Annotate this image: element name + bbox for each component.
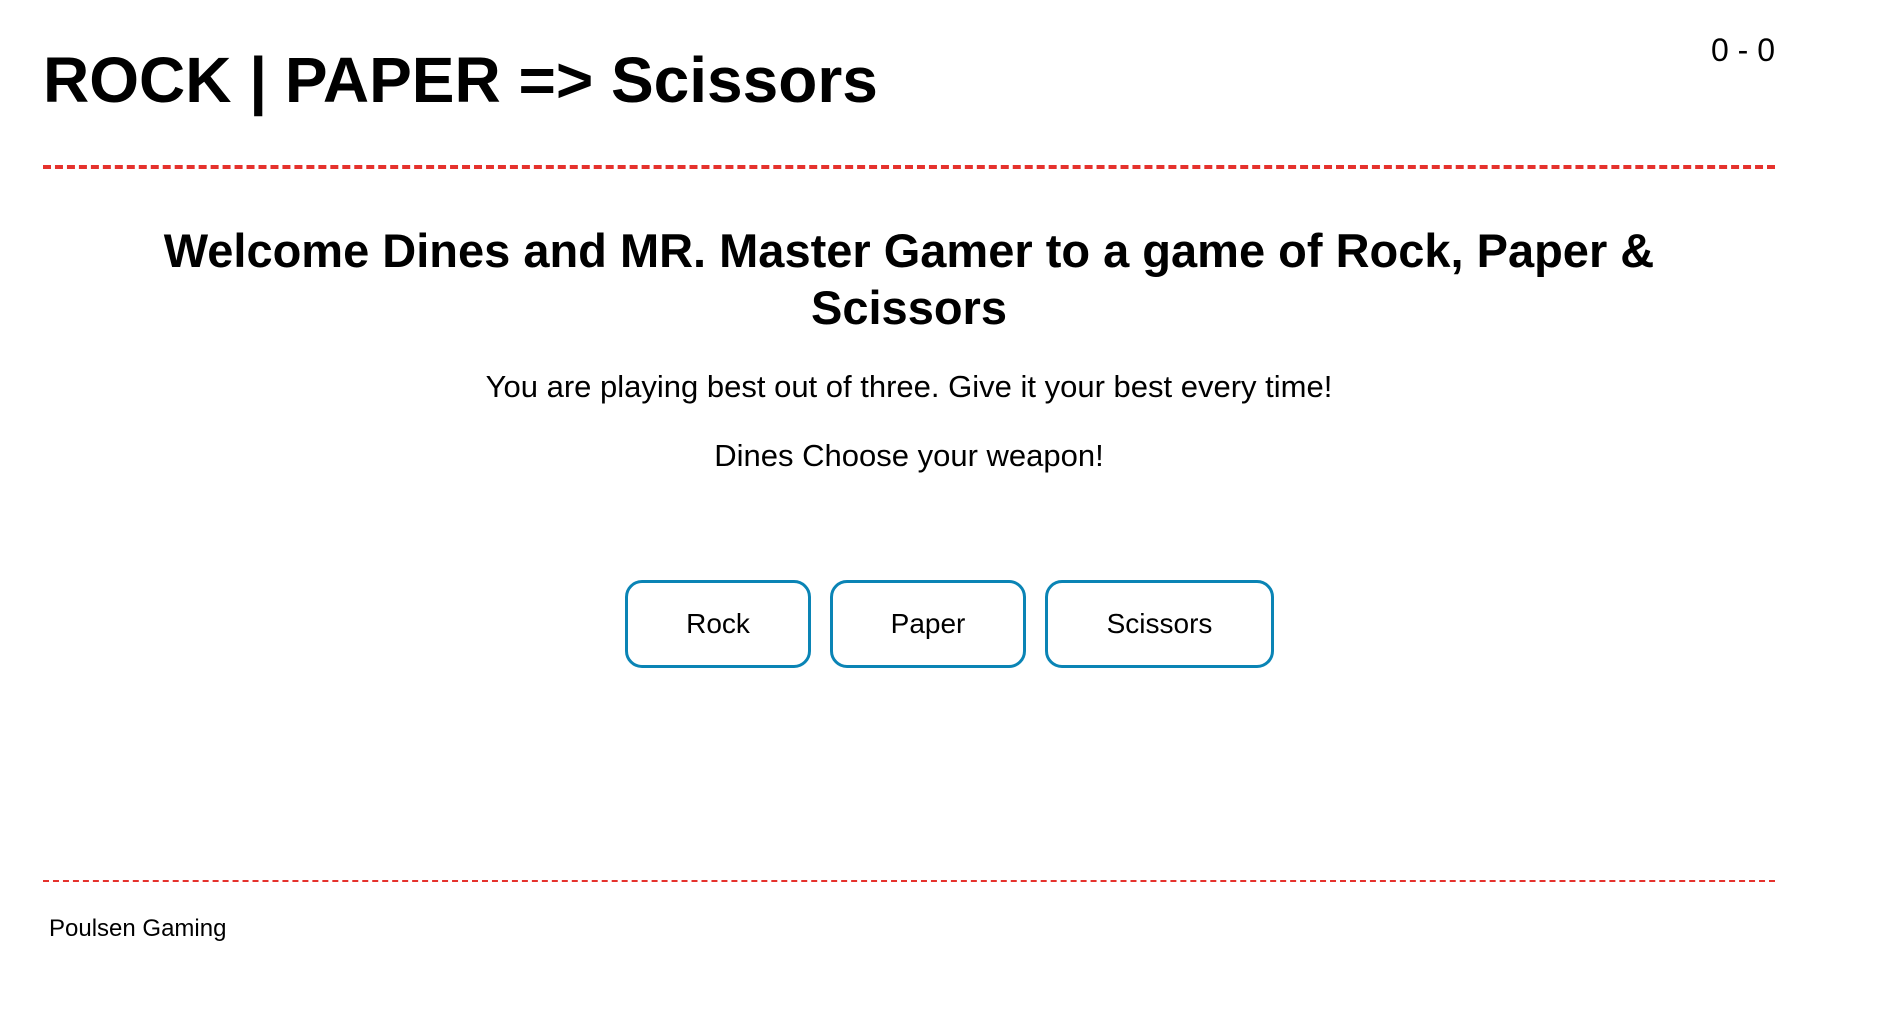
header: ROCK | PAPER => Scissors 0 - 0 xyxy=(43,30,1775,169)
footer: Poulsen Gaming xyxy=(43,880,1775,942)
main-content: Welcome Dines and MR. Master Gamer to a … xyxy=(43,222,1775,476)
game-rules-text: You are playing best out of three. Give … xyxy=(485,369,1333,404)
site-title: ROCK | PAPER => Scissors xyxy=(43,44,878,116)
paper-button[interactable]: Paper xyxy=(830,580,1026,668)
game-page: ROCK | PAPER => Scissors 0 - 0 Welcome D… xyxy=(0,0,1882,1010)
scissors-button[interactable]: Scissors xyxy=(1045,580,1274,668)
footer-credit: Poulsen Gaming xyxy=(49,915,227,942)
score-display: 0 - 0 xyxy=(1710,32,1775,68)
rock-button[interactable]: Rock xyxy=(625,580,811,668)
turn-prompt: Dines Choose your weapon! xyxy=(714,438,1104,473)
weapon-buttons: Rock Paper Scissors xyxy=(625,580,1274,668)
welcome-heading: Welcome Dines and MR. Master Gamer to a … xyxy=(163,224,1655,334)
